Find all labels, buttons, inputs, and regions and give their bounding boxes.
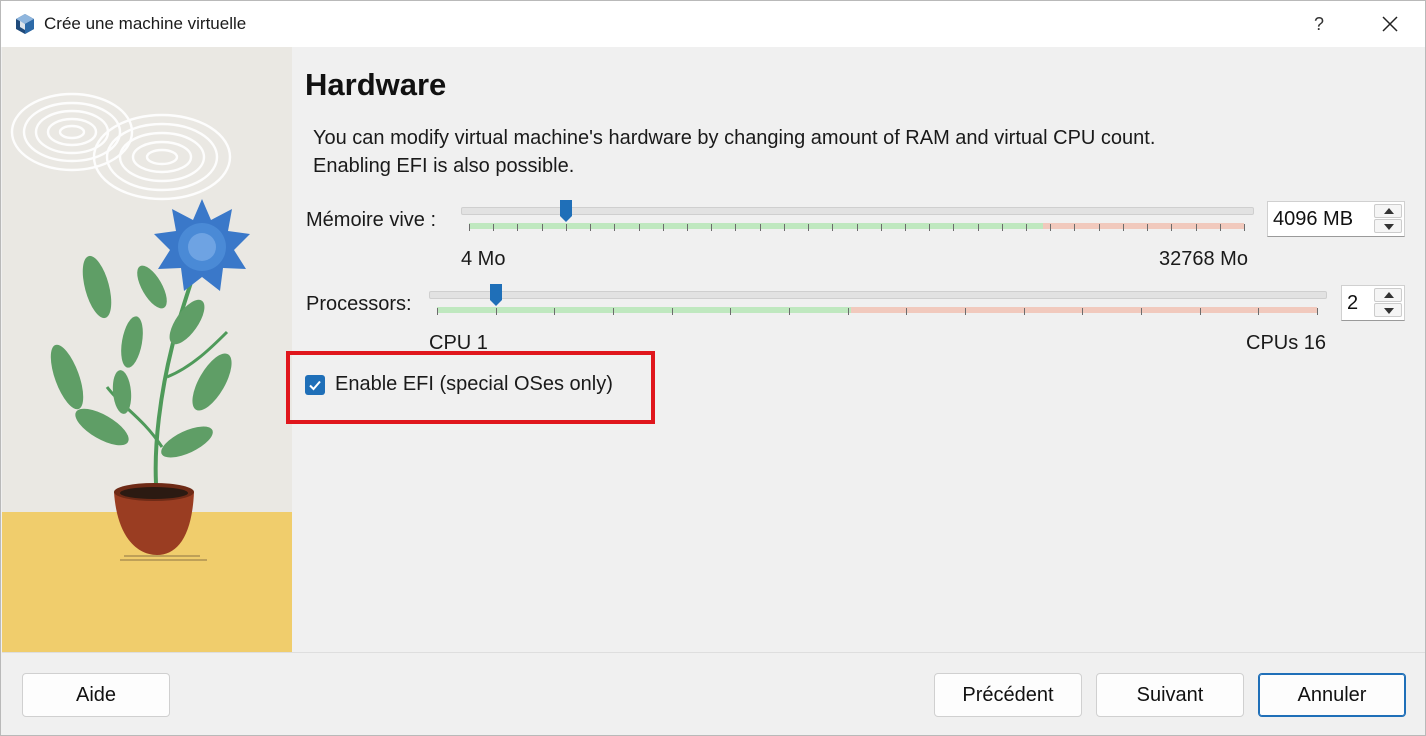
memory-tick — [1098, 224, 1100, 231]
memory-tick — [977, 224, 979, 231]
memory-tick — [1026, 224, 1028, 231]
processors-value: 2 — [1347, 292, 1359, 314]
memory-tick — [1171, 224, 1173, 231]
close-icon[interactable] — [1367, 9, 1413, 39]
memory-decrease-button[interactable] — [1374, 219, 1402, 233]
memory-value: 4096 MB — [1273, 208, 1354, 230]
memory-tick — [662, 224, 664, 231]
processors-decrease-button[interactable] — [1374, 303, 1402, 317]
processors-spinbox[interactable]: 2 — [1341, 285, 1405, 321]
memory-slider-track — [461, 207, 1254, 215]
memory-tick — [614, 224, 616, 231]
processors-tick — [906, 308, 908, 315]
memory-tick — [1122, 224, 1124, 231]
memory-tick — [904, 224, 906, 231]
processors-increase-button[interactable] — [1374, 288, 1402, 302]
title-bar: Crée une machine virtuelle ? — [1, 1, 1425, 47]
memory-label: Mémoire vive : — [306, 209, 437, 231]
memory-tick — [832, 224, 834, 231]
button-bar: Aide Précédent Suivant Annuler — [2, 652, 1425, 735]
processors-spin-buttons — [1374, 288, 1402, 318]
memory-recommended-zone — [469, 223, 1043, 229]
memory-warning-zone — [1042, 223, 1244, 229]
memory-tick — [856, 224, 858, 231]
memory-tick — [1074, 224, 1076, 231]
previous-button[interactable]: Précédent — [934, 673, 1082, 717]
window-title: Crée une machine virtuelle — [44, 14, 247, 33]
processors-slider-thumb[interactable] — [489, 283, 503, 307]
memory-tick — [638, 224, 640, 231]
memory-min-label: 4 Mo — [461, 248, 506, 270]
memory-tick — [735, 224, 737, 231]
flower-pot-illustration — [2, 47, 292, 652]
wizard-illustration — [2, 47, 292, 652]
processors-slider-track — [429, 291, 1327, 299]
processors-tick — [965, 308, 966, 315]
memory-tick — [1195, 224, 1197, 231]
memory-tick — [1244, 224, 1245, 231]
processors-tick — [1082, 308, 1084, 315]
help-button[interactable]: Aide — [22, 673, 170, 717]
processors-tick — [1141, 308, 1142, 315]
description-line-2: Enabling EFI is also possible. — [313, 155, 575, 177]
processors-tick — [1199, 308, 1201, 315]
hardware-page: Hardware You can modify virtual machine'… — [292, 47, 1425, 652]
processors-tick — [789, 308, 790, 315]
memory-tick — [1001, 224, 1003, 231]
processors-tick — [613, 308, 614, 315]
page-description: You can modify virtual machine's hardwar… — [313, 124, 1155, 180]
memory-tick — [711, 224, 713, 231]
enable-efi-label: Enable EFI (special OSes only) — [335, 373, 613, 395]
page-title: Hardware — [305, 67, 447, 102]
memory-tick — [1050, 224, 1052, 231]
memory-tick — [493, 224, 495, 231]
memory-tick — [953, 224, 955, 231]
memory-tick — [590, 224, 592, 231]
processors-tick — [730, 308, 732, 315]
memory-tick — [541, 224, 543, 231]
memory-tick — [565, 224, 567, 231]
memory-tick — [1219, 224, 1221, 231]
memory-tick — [1147, 224, 1149, 231]
processors-min-label: CPU 1 — [429, 332, 488, 354]
processors-label: Processors: — [306, 293, 412, 315]
processors-tick — [1258, 308, 1260, 315]
virtualbox-cube-icon — [16, 14, 34, 34]
processors-tick — [847, 308, 849, 315]
processors-tick — [671, 308, 673, 315]
checkmark-icon — [309, 380, 321, 391]
memory-increase-button[interactable] — [1374, 204, 1402, 218]
processors-warning-zone — [850, 307, 1317, 313]
memory-tick — [686, 224, 688, 231]
memory-tick — [517, 224, 519, 231]
memory-tick — [469, 224, 470, 231]
memory-spin-buttons — [1374, 204, 1402, 234]
memory-max-label: 32768 Mo — [1159, 248, 1248, 270]
processors-tick — [495, 308, 497, 315]
memory-slider-thumb[interactable] — [559, 199, 573, 223]
memory-tick — [929, 224, 931, 231]
memory-tick — [759, 224, 761, 231]
cancel-button[interactable]: Annuler — [1258, 673, 1406, 717]
memory-tick — [880, 224, 882, 231]
description-line-1: You can modify virtual machine's hardwar… — [313, 127, 1156, 149]
dialog-window: Crée une machine virtuelle ? Hardware Yo… — [0, 0, 1426, 736]
memory-spinbox[interactable]: 4096 MB — [1267, 201, 1405, 237]
processors-tick — [1023, 308, 1025, 315]
processors-tick — [554, 308, 556, 315]
processors-max-label: CPUs 16 — [1246, 332, 1327, 354]
enable-efi-checkbox[interactable] — [305, 375, 325, 395]
processors-tick — [1317, 308, 1318, 315]
processors-slider[interactable] — [429, 284, 1329, 327]
next-button[interactable]: Suivant — [1096, 673, 1244, 717]
processors-tick — [437, 308, 438, 315]
help-titlebar-button[interactable]: ? — [1297, 9, 1341, 39]
memory-tick — [783, 224, 785, 231]
memory-slider[interactable] — [461, 200, 1256, 243]
memory-tick — [808, 224, 810, 231]
